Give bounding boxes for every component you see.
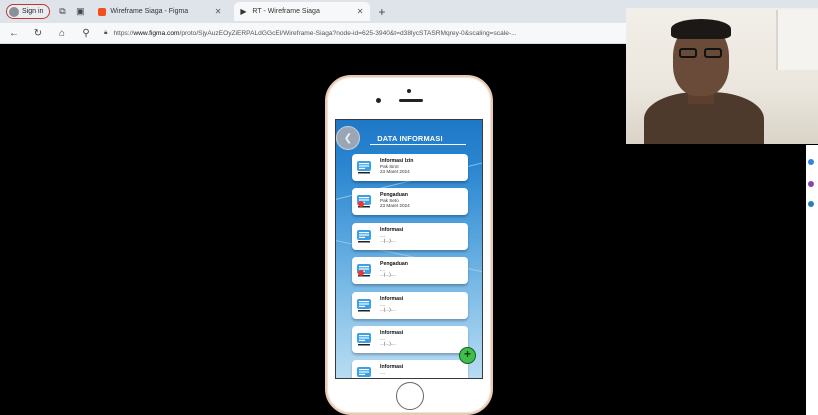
search-icon[interactable]: ⚲ bbox=[80, 28, 92, 39]
sign-in-button[interactable]: Sign in bbox=[6, 4, 51, 19]
close-icon[interactable]: ✕ bbox=[215, 7, 222, 16]
webcam-overlay bbox=[626, 8, 818, 144]
list-item[interactable]: Pengaduan.... ...(...).... bbox=[352, 257, 468, 284]
glasses-icon bbox=[679, 48, 697, 58]
address-bar[interactable]: 🔒︎ https://www.figma.com/proto/SjyAuzEOy… bbox=[104, 25, 614, 41]
message-icon bbox=[356, 365, 372, 378]
refresh-icon[interactable]: ↻ bbox=[32, 28, 44, 39]
tab-wireframe-siaga-figma[interactable]: Wireframe Siaga - Figma ✕ bbox=[92, 2, 228, 21]
tab-title: Wireframe Siaga - Figma bbox=[110, 8, 189, 15]
panel-icon bbox=[808, 159, 814, 165]
card-date: ...(...).... bbox=[380, 272, 396, 277]
complaint-icon bbox=[356, 262, 372, 278]
tab-title: RT - Wireframe Siaga bbox=[252, 8, 320, 15]
panel-icon bbox=[808, 181, 814, 187]
home-icon[interactable]: ⌂ bbox=[56, 28, 68, 39]
tab-actions-icon[interactable]: ▣ bbox=[74, 6, 86, 18]
url-domain: www.figma.com bbox=[133, 29, 180, 37]
message-icon bbox=[356, 159, 372, 175]
wall-frame bbox=[776, 10, 818, 70]
app-screen: ❮ DATA INFORMASI Informasi Izin Pak Sirot… bbox=[335, 119, 483, 379]
list-item[interactable]: Pengaduan Pak Seto 23 Maret 2024 bbox=[352, 188, 468, 215]
new-tab-button[interactable]: + bbox=[378, 5, 385, 19]
list-item[interactable]: Informasi Izin Pak Sirot 23 Maret 2024 bbox=[352, 154, 468, 181]
list-item[interactable]: Informasi.... ...(...).... bbox=[352, 223, 468, 250]
url-prefix: https:// bbox=[113, 29, 134, 37]
play-icon: ▶ bbox=[240, 6, 247, 16]
lock-icon: 🔒︎ bbox=[104, 29, 108, 36]
card-date: 23 Maret 2024 bbox=[380, 203, 410, 208]
screen-recording: Sign in ⧉ ▣ Wireframe Siaga - Figma ✕ ▶ … bbox=[0, 0, 818, 415]
list-item[interactable]: Informasi.... bbox=[352, 360, 468, 378]
page-title: DATA INFORMASI bbox=[377, 134, 443, 143]
close-icon[interactable]: ✕ bbox=[357, 7, 364, 16]
list-item[interactable]: Informasi.... ...(...).... bbox=[352, 292, 468, 319]
message-icon bbox=[356, 331, 372, 347]
add-button[interactable]: + bbox=[459, 347, 476, 364]
presenter-hair bbox=[671, 19, 731, 39]
phone-sensor bbox=[407, 89, 411, 93]
card-date: ...(...).... bbox=[380, 307, 396, 312]
title-divider bbox=[370, 144, 466, 145]
panel-icon bbox=[808, 201, 814, 207]
tab-rt-wireframe-siaga[interactable]: ▶ RT - Wireframe Siaga ✕ bbox=[234, 2, 371, 21]
message-icon bbox=[356, 228, 372, 244]
profile-icon bbox=[9, 6, 19, 17]
url-path: /proto/SjyAuzEOyZiERPALdGGcEl/Wireframe-… bbox=[179, 29, 517, 37]
home-button[interactable] bbox=[396, 382, 424, 410]
figma-side-panel bbox=[806, 145, 818, 415]
complaint-icon bbox=[356, 193, 372, 209]
phone-speaker bbox=[399, 99, 423, 102]
card-date: ...(...).... bbox=[380, 238, 396, 243]
card-date: 23 Maret 2024 bbox=[380, 169, 410, 174]
figma-icon bbox=[98, 7, 107, 16]
list-item[interactable]: Informasi.... ...(...).... bbox=[352, 326, 468, 353]
glasses-icon bbox=[704, 48, 722, 58]
message-icon bbox=[356, 297, 372, 313]
workspaces-icon[interactable]: ⧉ bbox=[56, 6, 68, 18]
card-date: ...(...).... bbox=[380, 341, 396, 346]
phone-mockup: ❮ DATA INFORMASI Informasi Izin Pak Sirot… bbox=[325, 75, 493, 415]
sign-in-label: Sign in bbox=[22, 8, 44, 15]
phone-camera bbox=[376, 98, 381, 103]
back-arrow-icon[interactable]: ← bbox=[8, 28, 20, 39]
card-subtitle: .... bbox=[380, 370, 386, 375]
